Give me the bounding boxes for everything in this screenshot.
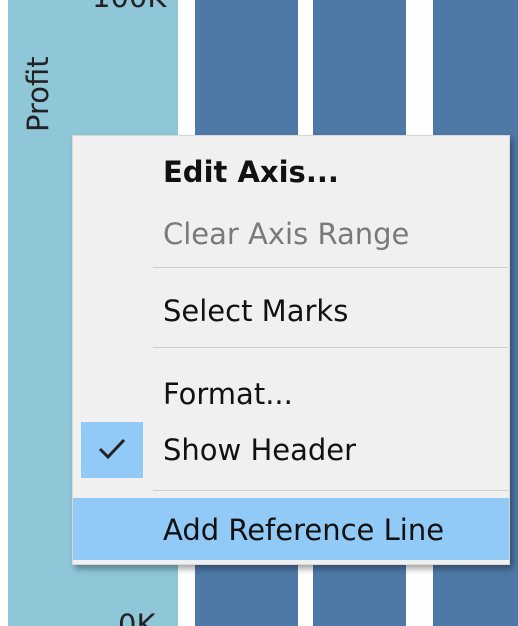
menu-item-show-header[interactable]: Show Header: [73, 418, 509, 482]
menu-item-label: Select Marks: [163, 294, 349, 328]
axis-tick-bottom: 0K: [118, 608, 156, 626]
axis-title-label: Profit: [21, 56, 55, 132]
checkmark-box: [81, 422, 143, 478]
menu-item-clear-axis-range: Clear Axis Range: [73, 202, 509, 266]
menu-item-label: Show Header: [163, 433, 357, 467]
menu-item-format[interactable]: Format...: [73, 362, 509, 426]
menu-item-label: Format...: [163, 377, 293, 411]
menu-separator: [153, 347, 508, 348]
axis-tick-top: 100K: [92, 0, 166, 14]
checkmark-icon: [98, 438, 126, 460]
menu-separator: [153, 490, 508, 491]
menu-item-label: Add Reference Line: [163, 513, 445, 547]
menu-item-label: Clear Axis Range: [163, 217, 410, 251]
menu-item-edit-axis[interactable]: Edit Axis...: [73, 140, 509, 204]
menu-item-label: Edit Axis...: [163, 155, 339, 189]
menu-item-select-marks[interactable]: Select Marks: [73, 279, 509, 343]
axis-context-menu: Edit Axis... Clear Axis Range Select Mar…: [72, 135, 510, 565]
axis-title: Profit: [20, 30, 60, 140]
menu-separator: [153, 267, 508, 268]
worksheet-view: 100K Profit 0K Edit Axis... Clear Axis R…: [0, 0, 518, 626]
menu-item-add-reference-line[interactable]: Add Reference Line: [73, 498, 509, 560]
